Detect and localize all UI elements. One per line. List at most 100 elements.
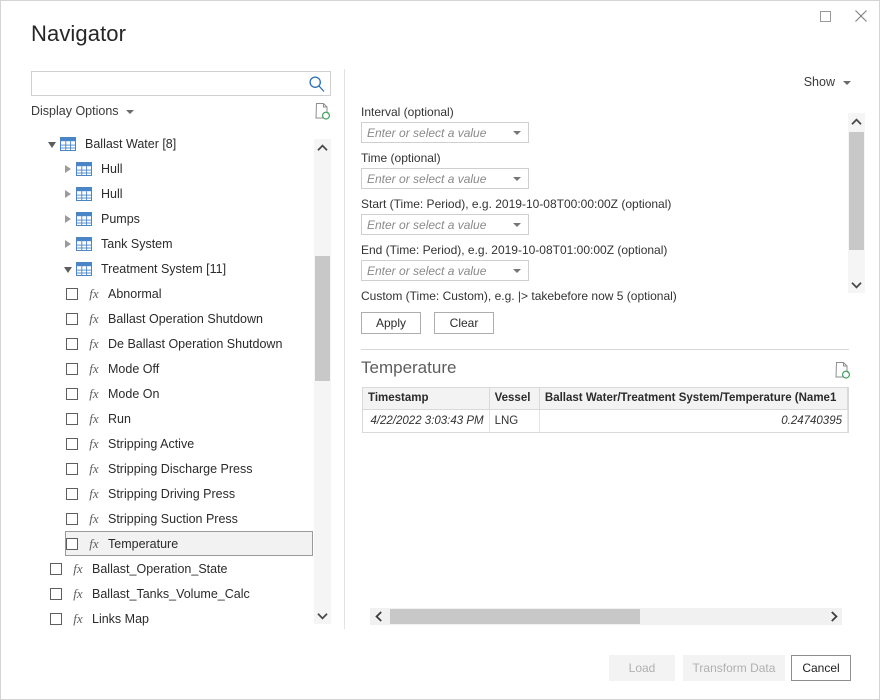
scroll-thumb[interactable] (315, 256, 330, 381)
tree-item[interactable]: fxMode On (65, 381, 313, 406)
maximize-button[interactable] (807, 1, 843, 31)
scroll-thumb[interactable] (849, 132, 864, 250)
close-button[interactable] (843, 1, 879, 31)
parameter-input[interactable] (362, 123, 502, 142)
tree-item-checkbox[interactable] (66, 438, 78, 450)
tree-item[interactable]: Tank System (59, 231, 313, 256)
tree-item-checkbox[interactable] (50, 613, 62, 625)
tree-item[interactable]: Ballast Water [8] (43, 131, 313, 156)
tree-vertical-scrollbar[interactable] (314, 139, 331, 624)
tree-item-checkbox[interactable] (66, 313, 78, 325)
tree-item[interactable]: Hull (59, 181, 313, 206)
refresh-document-icon[interactable] (313, 102, 331, 120)
table-icon (76, 162, 92, 176)
tree-item[interactable]: Treatment System [11] (59, 256, 313, 281)
column-header[interactable]: Ballast Water/Treatment System/Temperatu… (539, 388, 847, 409)
tree-item-label: Abnormal (108, 287, 166, 301)
tree-item[interactable]: Pumps (59, 206, 313, 231)
expand-arrow-icon[interactable] (60, 215, 76, 223)
parameter-fields: Interval (optional)Time (optional)Start … (361, 105, 831, 281)
search-icon[interactable] (308, 75, 326, 93)
table-cell: 0.24740395 (539, 409, 847, 432)
tree-item[interactable]: fxStripping Driving Press (65, 481, 313, 506)
scroll-down-button[interactable] (314, 607, 331, 624)
search-box[interactable] (31, 71, 331, 96)
tree-item[interactable]: Hull (59, 156, 313, 181)
tree-item-label: Mode On (108, 387, 163, 401)
tree-item[interactable]: fxDe Ballast Operation Shutdown (65, 331, 313, 356)
parameter-combobox[interactable] (361, 122, 529, 143)
expand-arrow-icon[interactable] (60, 165, 76, 173)
parameter-input[interactable] (362, 169, 502, 188)
show-dropdown[interactable]: Show (804, 75, 851, 89)
preview-grid[interactable]: TimestampVesselBallast Water/Treatment S… (362, 387, 849, 433)
tree-item-checkbox[interactable] (66, 413, 78, 425)
cancel-button[interactable]: Cancel (791, 655, 851, 681)
preview-horizontal-scrollbar[interactable] (370, 608, 842, 625)
function-icon: fx (86, 286, 102, 302)
clear-button[interactable]: Clear (434, 312, 494, 334)
tree-item-checkbox[interactable] (66, 338, 78, 350)
parameter-combobox[interactable] (361, 214, 529, 235)
tree-item[interactable]: fxStripping Active (65, 431, 313, 456)
parameter-field: Interval (optional) (361, 105, 831, 143)
parameter-input[interactable] (362, 261, 502, 280)
tree-item[interactable]: fxLinks Map (49, 606, 313, 631)
tree-item[interactable]: fxBallast_Tanks_Volume_Calc (49, 581, 313, 606)
tree-item-label: Mode Off (108, 362, 163, 376)
chevron-down-icon (843, 81, 851, 85)
tree-item-label: De Ballast Operation Shutdown (108, 337, 286, 351)
chevron-down-icon[interactable] (513, 177, 521, 181)
tree-item-checkbox[interactable] (66, 288, 78, 300)
parameters-vertical-scrollbar[interactable] (848, 113, 865, 293)
tree-item-checkbox[interactable] (66, 388, 78, 400)
table-icon (76, 237, 92, 251)
window-controls (807, 1, 879, 31)
scroll-left-button[interactable] (370, 608, 387, 625)
tree-item[interactable]: fx Abnormal (65, 281, 313, 306)
object-tree[interactable]: Ballast Water [8]HullHullPumpsTank Syste… (31, 131, 331, 631)
search-input[interactable] (32, 72, 304, 95)
expand-arrow-icon[interactable] (60, 190, 76, 198)
chevron-down-icon[interactable] (513, 269, 521, 273)
collapse-arrow-icon[interactable] (60, 265, 76, 273)
table-row[interactable]: 4/22/2022 3:03:43 PMLNG0.24740395 (363, 409, 848, 432)
column-header[interactable]: Vessel (489, 388, 539, 409)
tree-item-selected[interactable]: fxTemperature (65, 531, 313, 556)
expand-arrow-icon[interactable] (60, 240, 76, 248)
scroll-right-button[interactable] (825, 608, 842, 625)
tree-item[interactable]: fxRun (65, 406, 313, 431)
tree-item-checkbox[interactable] (50, 563, 62, 575)
tree-item[interactable]: fxBallast Operation Shutdown (65, 306, 313, 331)
transform-data-button[interactable]: Transform Data (683, 655, 785, 681)
apply-button[interactable]: Apply (361, 312, 421, 334)
tree-item-checkbox[interactable] (66, 538, 78, 550)
scroll-down-button[interactable] (848, 276, 865, 293)
tree-item[interactable]: fxBallast_Operation_State (49, 556, 313, 581)
tree-item-checkbox[interactable] (66, 463, 78, 475)
scroll-up-button[interactable] (848, 113, 865, 130)
tree-item-checkbox[interactable] (66, 363, 78, 375)
function-icon: fx (86, 361, 102, 377)
column-header[interactable]: Timestamp (363, 388, 489, 409)
table-icon (60, 137, 76, 151)
refresh-document-icon[interactable] (833, 361, 851, 379)
parameter-combobox[interactable] (361, 260, 529, 281)
tree-item-checkbox[interactable] (66, 513, 78, 525)
collapse-arrow-icon[interactable] (44, 140, 60, 148)
parameter-field: Start (Time: Period), e.g. 2019-10-08T00… (361, 197, 831, 235)
tree-item[interactable]: fxStripping Discharge Press (65, 456, 313, 481)
parameter-input[interactable] (362, 215, 502, 234)
tree-item-checkbox[interactable] (66, 488, 78, 500)
scroll-up-button[interactable] (314, 139, 331, 156)
tree-item-checkbox[interactable] (50, 588, 62, 600)
tree-item[interactable]: fx Mode Off (65, 356, 313, 381)
chevron-down-icon[interactable] (513, 131, 521, 135)
tree-item[interactable]: fxStripping Suction Press (65, 506, 313, 531)
load-button[interactable]: Load (609, 655, 675, 681)
parameter-combobox[interactable] (361, 168, 529, 189)
scroll-thumb[interactable] (390, 609, 640, 624)
display-options-button[interactable]: Display Options (31, 104, 134, 118)
chevron-down-icon[interactable] (513, 223, 521, 227)
tree-item-label: Links Map (92, 612, 153, 626)
